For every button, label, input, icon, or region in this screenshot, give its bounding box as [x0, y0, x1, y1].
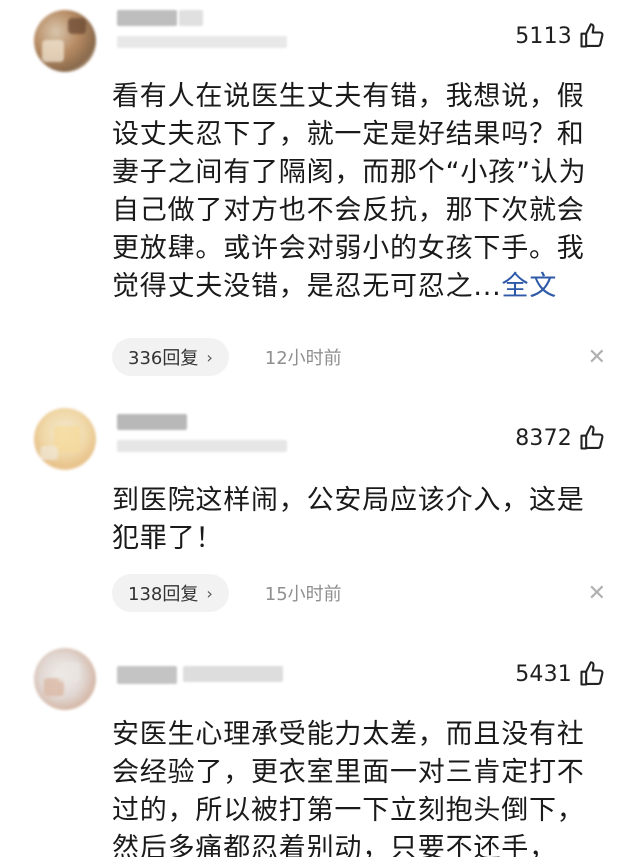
- comment-text: 看有人在说医生丈夫有错，我想说，假设丈夫忍下了，就一定是好结果吗？和妻子之间有了…: [112, 81, 587, 302]
- avatar[interactable]: [34, 648, 96, 710]
- reply-count: 336回复: [128, 348, 199, 369]
- avatar[interactable]: [34, 408, 96, 470]
- comment-meta: 138回复 › 15小时前 ✕: [112, 572, 606, 614]
- chevron-right-icon: ›: [206, 347, 213, 367]
- like-button[interactable]: 5431: [515, 660, 606, 688]
- chevron-right-icon: ›: [206, 583, 213, 603]
- like-count: 8372: [515, 425, 572, 451]
- thumbs-up-icon: [580, 23, 604, 48]
- like-count: 5431: [515, 661, 572, 687]
- username-blurred[interactable]: [117, 10, 287, 48]
- like-button[interactable]: 5113: [515, 22, 606, 50]
- comment-time: 12小时前: [264, 348, 342, 369]
- like-button[interactable]: 8372: [515, 424, 606, 452]
- close-icon[interactable]: ✕: [588, 581, 606, 606]
- thumbs-up-icon: [580, 425, 604, 450]
- comment-text: 安医生心理承受能力太差，而且没有社会经验了，更衣室里面一对三肯定打不过的，所以被…: [112, 719, 585, 857]
- username-blurred[interactable]: [117, 660, 287, 694]
- username-blurred[interactable]: [117, 414, 287, 452]
- like-count: 5113: [515, 23, 572, 49]
- comment-meta: 336回复 › 12小时前 ✕: [112, 336, 606, 378]
- reply-count: 138回复: [128, 584, 199, 605]
- comment-text: 到医院这样闹，公安局应该介入，这是犯罪了！: [112, 485, 585, 554]
- thumbs-up-icon: [580, 661, 604, 686]
- reply-button[interactable]: 336回复 ›: [112, 338, 229, 376]
- comment-time: 15小时前: [264, 584, 342, 605]
- close-icon[interactable]: ✕: [588, 345, 606, 370]
- avatar[interactable]: [34, 10, 96, 72]
- reply-button[interactable]: 138回复 ›: [112, 574, 229, 612]
- full-text-link[interactable]: 全文: [502, 271, 558, 302]
